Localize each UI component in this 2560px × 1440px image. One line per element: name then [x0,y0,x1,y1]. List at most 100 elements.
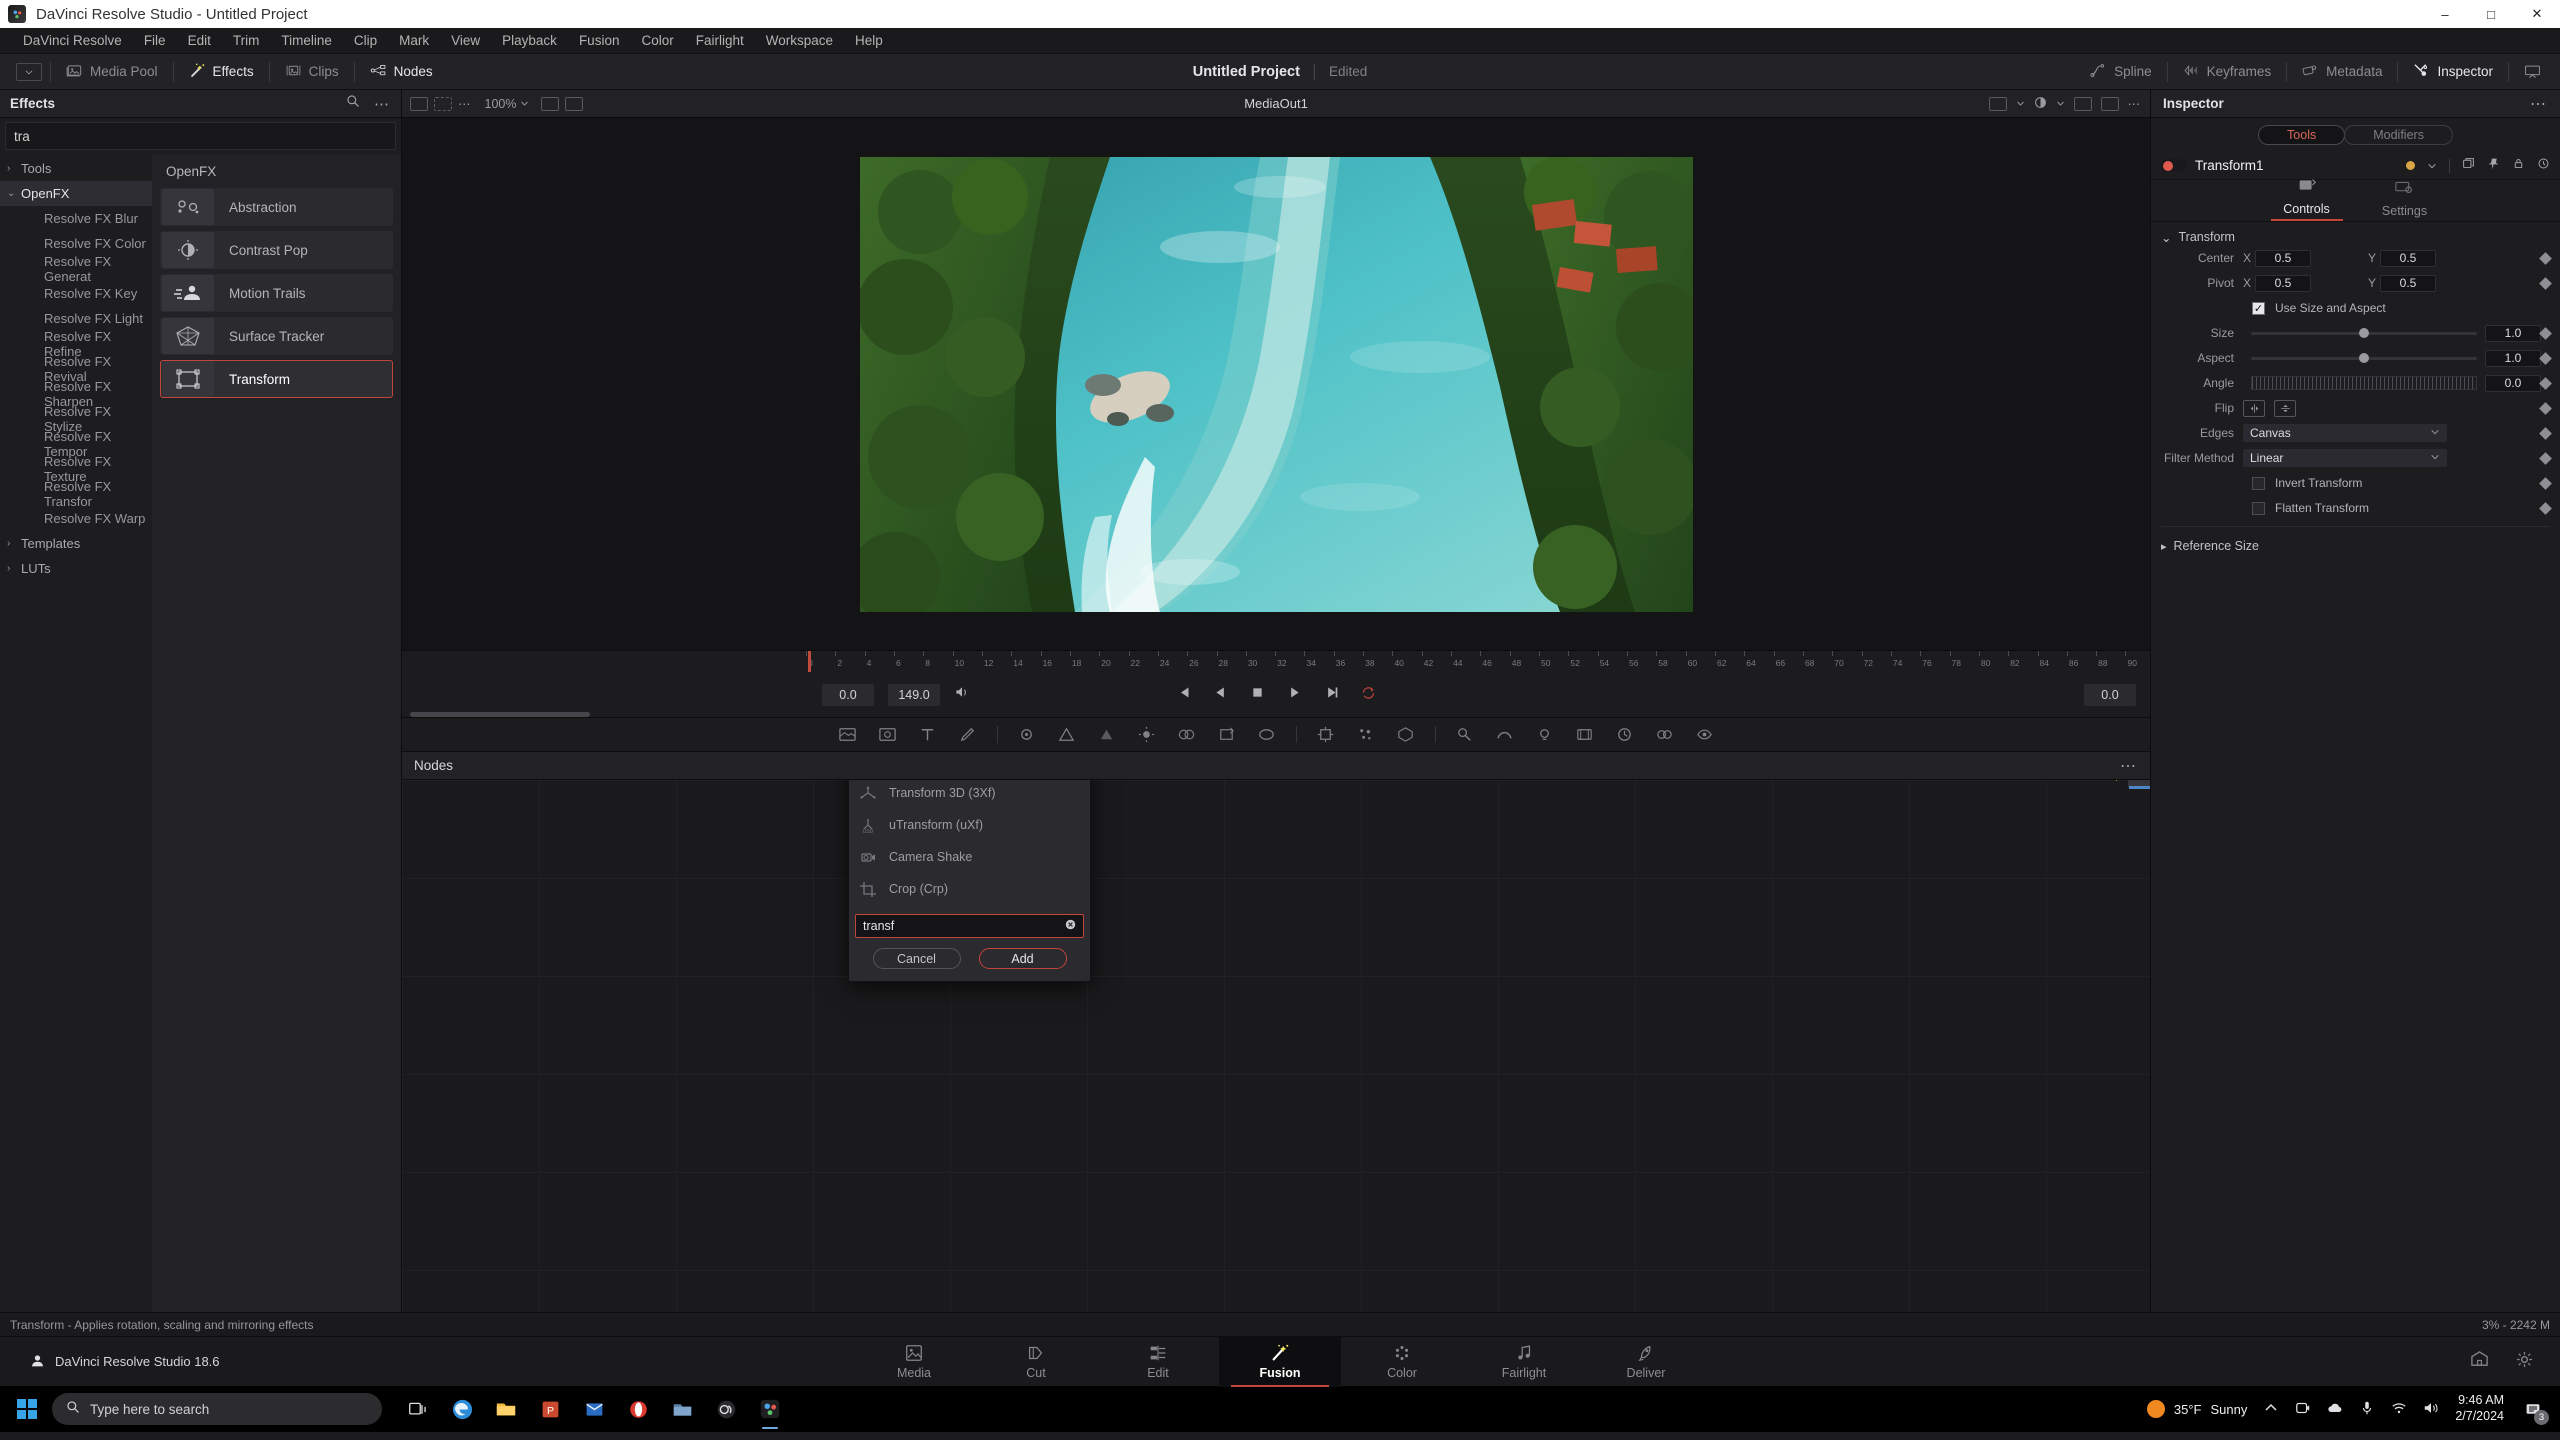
effects-tree-item[interactable]: Resolve FX Sharpen [0,379,152,409]
tool-enable-toggle[interactable] [2161,159,2187,172]
taskbar-explorer-icon[interactable] [484,1386,528,1432]
effect-card[interactable]: Contrast Pop [160,231,393,269]
menu-clip[interactable]: Clip [343,28,388,54]
audio-mute-icon[interactable] [954,684,970,705]
tool-text-icon[interactable] [908,721,948,749]
search-icon[interactable] [346,94,360,113]
tool-keyer-icon[interactable] [1445,721,1485,749]
effects-button[interactable]: Effects [176,59,267,85]
onedrive-icon[interactable] [2327,1400,2343,1419]
effects-options-icon[interactable]: ⋯ [374,95,391,113]
nodes-button[interactable]: Nodes [357,59,446,85]
menu-timeline[interactable]: Timeline [270,28,343,54]
pin-tool-icon[interactable] [2487,157,2500,175]
loop-button[interactable] [1361,685,1376,705]
taskbar-clock[interactable]: 9:46 AM 2/7/2024 [2455,1393,2504,1424]
menu-view[interactable]: View [440,28,491,54]
nodes-options-icon[interactable]: ⋯ [2120,756,2138,776]
invert-transform-checkbox[interactable] [2252,476,2265,490]
lock-tool-icon[interactable] [2512,157,2525,175]
tool-warp-icon[interactable] [1485,721,1525,749]
effects-tree-item[interactable]: Resolve FX Generat [0,254,152,284]
viewer-more-options-icon[interactable]: ⋯ [2128,96,2143,111]
menu-davinci-resolve[interactable]: DaVinci Resolve [12,28,133,54]
step-forward-button[interactable] [1324,685,1339,705]
effects-tree-item[interactable]: › Templates [0,531,152,556]
keyframes-button[interactable]: Keyframes [2170,59,2285,85]
edges-keyframe-diamond[interactable] [2539,426,2552,440]
center-y-field[interactable]: 0.5 [2380,249,2436,267]
effect-card[interactable]: Transform [160,360,393,398]
tool-brightness-icon[interactable] [1087,721,1127,749]
maximize-button[interactable]: □ [2468,0,2514,28]
viewer-lut-icon[interactable] [2100,96,2119,111]
center-keyframe-diamond[interactable] [2539,251,2552,265]
page-color[interactable]: Color [1341,1337,1463,1387]
reference-size-section-header[interactable]: ▸ Reference Size [2151,535,2560,557]
viewer-fit-width-icon[interactable] [541,96,560,111]
minimize-button[interactable]: – [2422,0,2468,28]
size-field[interactable]: 1.0 [2485,324,2541,342]
aspect-field[interactable]: 1.0 [2485,349,2541,367]
tool-transform-icon[interactable] [1207,721,1247,749]
stop-button[interactable] [1250,685,1265,705]
viewer-fit-height-icon[interactable] [565,96,584,111]
inspector-button[interactable]: Inspector [2400,59,2506,85]
pivot-x-field[interactable]: 0.5 [2255,274,2311,292]
effects-tree-item[interactable]: Resolve FX Warp [0,506,152,531]
taskbar-obs-icon[interactable] [704,1386,748,1432]
tool-optical-flow-icon[interactable] [1685,721,1725,749]
angle-field[interactable]: 0.0 [2485,374,2541,392]
taskbar-outlook-icon[interactable] [572,1386,616,1432]
subtab-controls[interactable]: Controls [2270,177,2343,221]
page-cut[interactable]: Cut [975,1337,1097,1387]
tool-paint-icon[interactable] [948,721,988,749]
select-tool-item[interactable]: Transform 3D (3Xf) [849,780,1090,809]
flatten-transform-checkbox[interactable] [2252,501,2265,515]
clips-button[interactable]: Clips [272,59,352,85]
size-keyframe-diamond[interactable] [2539,326,2552,340]
effects-tree-item[interactable]: Resolve FX Revival [0,354,152,384]
inspector-options-icon[interactable]: ⋯ [2530,94,2548,114]
menu-color[interactable]: Color [630,28,684,54]
chevron-down-icon[interactable] [2056,99,2065,108]
notification-center-button[interactable]: 3 [2520,1396,2549,1425]
pivot-keyframe-diamond[interactable] [2539,276,2552,290]
viewer-zoom-level[interactable]: 100% [479,94,536,114]
wifi-icon[interactable] [2391,1400,2407,1419]
edges-dropdown[interactable]: Canvas [2243,424,2447,442]
viewer-grid-icon[interactable] [2073,96,2092,111]
page-fairlight[interactable]: Fairlight [1463,1337,1585,1387]
clear-search-icon[interactable] [1065,919,1076,933]
close-button[interactable]: ✕ [2514,0,2560,28]
effects-tree-item[interactable]: ⌄ OpenFX [0,181,152,206]
select-tool-dialog[interactable]: Select Tool OCIO CDL Transform (OCD)OCIO… [848,780,1091,982]
filter-method-dropdown[interactable]: Linear [2243,449,2447,467]
spline-button[interactable]: Spline [2077,59,2165,85]
viewer-options-icon[interactable]: ⋯ [458,96,473,111]
angle-keyframe-diamond[interactable] [2539,376,2552,390]
tool-merge-icon[interactable] [1167,721,1207,749]
taskbar-folder-icon[interactable] [660,1386,704,1432]
reset-tool-icon[interactable] [2537,157,2550,175]
menu-playback[interactable]: Playback [491,28,568,54]
taskbar-davinci-resolve-icon[interactable] [748,1386,792,1432]
timeline-in-point[interactable]: 0.0 [822,683,874,706]
tool-tracker-icon[interactable] [1306,721,1346,749]
tray-expand-icon[interactable] [2263,1400,2279,1419]
timeline-playhead[interactable] [808,651,811,672]
viewer-layout-dual-icon[interactable] [434,96,452,111]
effect-card[interactable]: Surface Tracker [160,317,393,355]
tool-film-icon[interactable] [1565,721,1605,749]
aspect-slider[interactable] [2251,353,2477,363]
tool-mask-icon[interactable] [1247,721,1287,749]
angle-dial[interactable] [2251,376,2477,390]
effects-tree-item[interactable]: › Tools [0,156,152,181]
select-tool-item[interactable]: USD uTransform (uXf) [849,809,1090,841]
chevron-down-icon[interactable] [2427,161,2437,171]
effects-tree-item[interactable]: Resolve FX Key [0,281,152,306]
volume-icon[interactable] [2423,1400,2439,1419]
tool-glow-icon[interactable] [1127,721,1167,749]
menu-trim[interactable]: Trim [222,28,271,54]
taskbar-search[interactable]: Type here to search [52,1393,382,1425]
